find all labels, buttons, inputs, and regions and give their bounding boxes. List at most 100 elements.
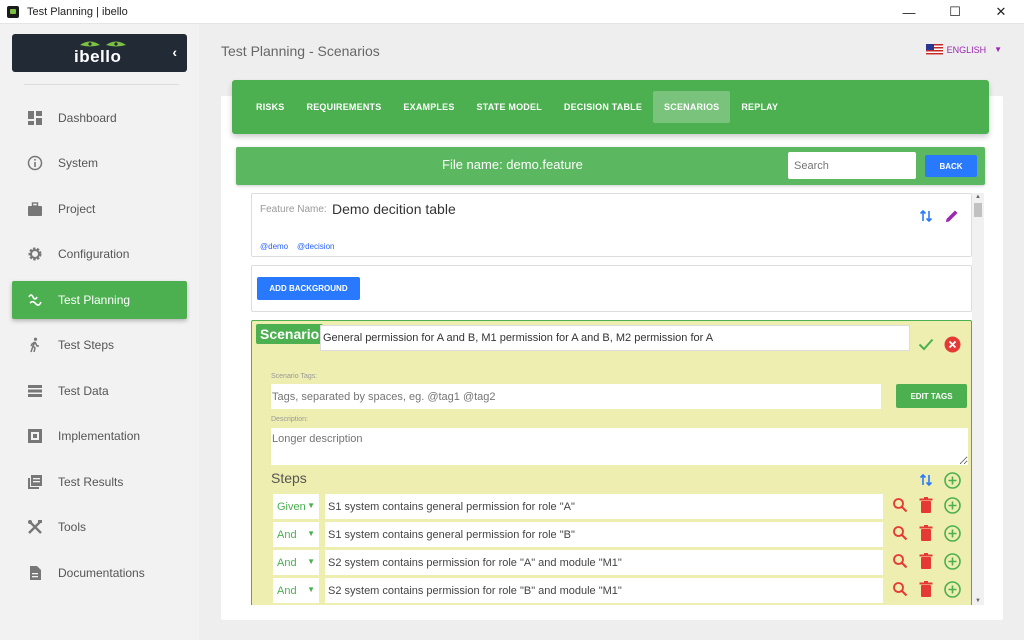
add-circle-icon[interactable] [939, 553, 965, 570]
check-icon[interactable] [918, 337, 934, 351]
sidebar-item-label: Implementation [58, 429, 141, 443]
scrollbar-thumb[interactable] [974, 203, 982, 217]
step-row: And ▼ S2 system contains permission for r… [273, 577, 973, 605]
scenario-tags-label: Scenario Tags: [271, 373, 318, 380]
briefcase-icon [26, 200, 44, 218]
search-icon[interactable] [887, 525, 913, 542]
tab-state-model[interactable]: STATE MODEL [466, 91, 553, 123]
back-button[interactable]: BACK [925, 155, 977, 177]
step-row: And ▼ S2 system contains permission for r… [273, 549, 973, 577]
trash-icon[interactable] [913, 497, 939, 514]
search-icon[interactable] [887, 581, 913, 598]
us-flag-icon [925, 44, 943, 55]
tab-replay[interactable]: REPLAY [730, 91, 789, 123]
page-title: Test Planning - Scenarios [221, 43, 380, 59]
edit-tags-button[interactable]: EDIT TAGS [896, 384, 967, 408]
main-area: Test Planning - Scenarios ENGLISH ▼ RISK… [199, 24, 1024, 640]
minimize-button[interactable]: — [886, 0, 932, 24]
gear-icon [26, 245, 44, 263]
chevron-down-icon: ▼ [307, 501, 315, 510]
sidebar-item-dashboard[interactable]: Dashboard [12, 99, 187, 137]
chevron-down-icon: ▼ [307, 529, 315, 538]
scenario-name-input[interactable]: General permission for A and B, M1 permi… [320, 325, 910, 351]
sidebar-item-tools[interactable]: Tools [12, 508, 187, 546]
sidebar-item-test-results[interactable]: Test Results [12, 463, 187, 501]
search-icon[interactable] [887, 553, 913, 570]
search-icon[interactable] [887, 497, 913, 514]
scenario-tags-input[interactable] [271, 384, 881, 409]
description-input[interactable] [271, 428, 968, 465]
step-text[interactable]: S1 system contains general permission fo… [325, 522, 883, 547]
gesture-icon [26, 291, 44, 309]
tab-decision-table[interactable]: DECISION TABLE [553, 91, 653, 123]
info-icon [26, 154, 44, 172]
step-keyword: Given [277, 500, 306, 513]
tools-icon [26, 518, 44, 536]
maximize-button[interactable]: ☐ [932, 0, 978, 24]
sidebar-item-documentations[interactable]: Documentations [12, 554, 187, 592]
add-background-button[interactable]: ADD BACKGROUND [257, 277, 360, 300]
feature-tag: @demo [260, 242, 289, 251]
add-circle-icon[interactable] [939, 497, 965, 514]
feature-name-label: Feature Name: [260, 204, 327, 215]
window-title: Test Planning | ibello [27, 5, 128, 18]
tab-bar: RISKS REQUIREMENTS EXAMPLES STATE MODEL … [232, 80, 989, 134]
walk-icon [26, 336, 44, 354]
library-icon [26, 473, 44, 491]
tab-risks[interactable]: RISKS [245, 91, 296, 123]
add-circle-icon[interactable] [939, 525, 965, 542]
sidebar-item-test-data[interactable]: Test Data [12, 372, 187, 410]
sidebar-item-label: Test Steps [58, 338, 115, 352]
trash-icon[interactable] [913, 525, 939, 542]
code-block-icon [26, 427, 44, 445]
step-text[interactable]: S1 system contains general permission fo… [325, 494, 883, 519]
document-icon [26, 564, 44, 582]
vertical-scrollbar[interactable]: ▲ ▼ [972, 193, 984, 605]
collapse-sidebar-button[interactable]: ‹ [172, 44, 177, 60]
scroll-up-icon[interactable]: ▲ [975, 194, 981, 200]
trash-icon[interactable] [913, 581, 939, 598]
sidebar-item-system[interactable]: System [12, 144, 187, 182]
sidebar-item-configuration[interactable]: Configuration [12, 235, 187, 273]
sort-icon[interactable] [919, 209, 933, 223]
chevron-down-icon: ▼ [307, 557, 315, 566]
sidebar-item-test-steps[interactable]: Test Steps [12, 326, 187, 364]
sidebar-item-label: Configuration [58, 247, 130, 261]
add-step-icon[interactable] [944, 472, 961, 489]
file-bar: File name: demo.feature BACK [236, 147, 985, 185]
step-keyword: And [277, 528, 297, 541]
step-row: And ▼ S1 system contains general permissi… [273, 521, 973, 549]
sidebar-item-implementation[interactable]: Implementation [12, 417, 187, 455]
tab-scenarios[interactable]: SCENARIOS [653, 91, 731, 123]
step-keyword-select[interactable]: And ▼ [273, 550, 319, 575]
feature-card: Feature Name: Demo decition table @demo … [251, 193, 972, 257]
dashboard-icon [26, 109, 44, 127]
step-keyword: And [277, 584, 297, 597]
search-input[interactable] [788, 152, 916, 179]
sidebar-item-label: Dashboard [58, 111, 117, 125]
sort-icon[interactable] [919, 473, 933, 487]
step-row: Given ▼ S1 system contains general permis… [273, 493, 973, 521]
trash-icon[interactable] [913, 553, 939, 570]
steps-title: Steps [271, 470, 307, 486]
step-keyword-select[interactable]: And ▼ [273, 522, 319, 547]
add-circle-icon[interactable] [939, 581, 965, 598]
sidebar-item-test-planning[interactable]: Test Planning [12, 281, 187, 319]
step-keyword-select[interactable]: Given ▼ [273, 494, 319, 519]
language-selector[interactable]: ENGLISH ▼ [925, 44, 1002, 55]
tab-examples[interactable]: EXAMPLES [392, 91, 465, 123]
sidebar-item-label: Tools [58, 520, 87, 534]
tab-requirements[interactable]: REQUIREMENTS [296, 91, 393, 123]
cancel-icon[interactable] [944, 336, 961, 353]
logo: ibello ‹ [12, 34, 187, 72]
pencil-icon[interactable] [944, 208, 960, 224]
chevron-down-icon: ▼ [307, 585, 315, 594]
step-text[interactable]: S2 system contains permission for role "… [325, 550, 883, 575]
step-text[interactable]: S2 system contains permission for role "… [325, 578, 883, 603]
app-icon [7, 5, 19, 18]
sidebar-item-project[interactable]: Project [12, 190, 187, 228]
sidebar: ibello ‹ Dashboard System Project Config… [0, 24, 199, 640]
close-window-button[interactable]: ✕ [978, 0, 1024, 24]
scroll-down-icon[interactable]: ▼ [975, 598, 981, 604]
step-keyword-select[interactable]: And ▼ [273, 578, 319, 603]
